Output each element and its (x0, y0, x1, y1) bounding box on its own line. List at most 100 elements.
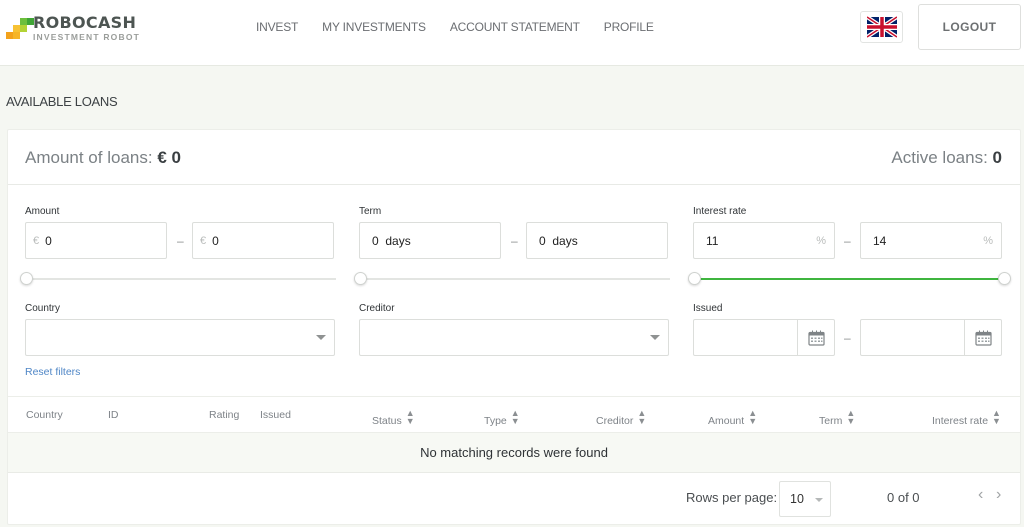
loans-summary: Amount of loans: € 0 Active loans: 0 (8, 130, 1020, 185)
nav-invest[interactable]: INVEST (256, 20, 298, 34)
column-label: Country (26, 409, 63, 421)
sort-icon: ▲ ▼ (846, 408, 856, 426)
nav-account-statement[interactable]: ACCOUNT STATEMENT (450, 20, 580, 34)
robocash-logo[interactable]: ROBOCASH INVESTMENT ROBOT (6, 14, 146, 44)
column-label: Rating (209, 409, 240, 421)
column-header-rating[interactable]: Rating (209, 409, 239, 421)
sort-icon: ▲ ▼ (405, 408, 415, 426)
creditor-select[interactable] (359, 319, 669, 356)
column-label: Interest rate (932, 415, 989, 427)
country-label: Country (25, 303, 61, 314)
sort-icon: ▲ ▼ (748, 408, 758, 426)
column-header-interest-rate[interactable]: Interest rate▲ ▼ (932, 408, 1001, 428)
sort-icon: ▲ ▼ (637, 408, 647, 426)
amount-slider-track[interactable] (26, 278, 336, 280)
main-nav: INVEST MY INVESTMENTS ACCOUNT STATEMENT … (256, 20, 654, 34)
percent-suffix: % (983, 234, 993, 247)
page-info: 0 of 0 (887, 490, 920, 505)
column-header-country[interactable]: Country (26, 409, 63, 421)
interest-slider-fill[interactable] (694, 278, 1004, 280)
amount-from-input[interactable]: € 0 (25, 222, 167, 259)
caret-down-icon (650, 335, 660, 340)
rows-per-page-value: 10 (790, 492, 804, 506)
column-header-amount[interactable]: Amount▲ ▼ (708, 408, 758, 428)
caret-down-icon (815, 498, 823, 502)
issued-label: Issued (693, 303, 723, 314)
amount-label: Amount (25, 206, 60, 217)
issued-from-calendar-button[interactable] (797, 320, 834, 355)
interest-slider-max-thumb[interactable] (998, 272, 1011, 285)
amount-to-value: 0 (212, 233, 219, 248)
column-label: Creditor (596, 415, 634, 427)
interest-to-value: 14 (873, 233, 887, 248)
logout-button[interactable]: LOGOUT (918, 4, 1021, 50)
term-to-value: 0 days (539, 233, 578, 248)
amount-slider-thumb[interactable] (20, 272, 33, 285)
logo-subtitle: INVESTMENT ROBOT (33, 32, 141, 42)
amount-to-input[interactable]: € 0 (192, 222, 334, 259)
term-slider-thumb[interactable] (354, 272, 367, 285)
sort-icon: ▲ ▼ (992, 408, 1001, 426)
language-button[interactable] (860, 11, 903, 43)
interest-slider-min-thumb[interactable] (688, 272, 701, 285)
active-loans: Active loans: 0 (891, 148, 1002, 168)
loans-table-header: Country ID Rating Issued Status▲ ▼ Type▲ ▼… (8, 396, 1020, 433)
top-header: ROBOCASH INVESTMENT ROBOT INVEST MY INVE… (0, 0, 1024, 66)
range-separator: – (511, 234, 518, 248)
percent-suffix: % (816, 234, 826, 247)
term-from-value: 0 days (372, 233, 411, 248)
column-header-term[interactable]: Term▲ ▼ (819, 408, 856, 428)
column-header-id[interactable]: ID (108, 409, 119, 421)
active-loans-label: Active loans: (891, 148, 988, 167)
active-loans-value: 0 (992, 148, 1002, 167)
range-separator: – (177, 234, 184, 248)
calendar-icon (974, 330, 992, 346)
column-label: Type (484, 415, 507, 427)
calendar-icon (807, 330, 825, 346)
column-label: Status (372, 415, 402, 427)
amount-of-loans: Amount of loans: € 0 (25, 148, 181, 168)
term-to-input[interactable]: 0 days (526, 222, 668, 259)
range-separator: – (844, 331, 851, 345)
logo-title: ROBOCASH (33, 13, 137, 32)
amount-of-loans-value: € 0 (157, 148, 181, 167)
issued-to-input[interactable] (860, 319, 1002, 356)
rows-per-page-select[interactable]: 10 (779, 481, 831, 517)
amount-from-value: 0 (45, 233, 52, 248)
page-title: AVAILABLE LOANS (6, 94, 118, 109)
range-separator: – (844, 234, 851, 248)
interest-from-input[interactable]: 11 % (693, 222, 835, 259)
uk-flag-icon (866, 16, 897, 38)
nav-my-investments[interactable]: MY INVESTMENTS (322, 20, 426, 34)
term-slider-track[interactable] (360, 278, 670, 280)
empty-table-message: No matching records were found (8, 433, 1020, 473)
column-label: ID (108, 409, 119, 421)
column-label: Term (819, 415, 843, 427)
rows-per-page-label: Rows per page: (686, 490, 778, 505)
column-label: Amount (708, 415, 745, 427)
column-header-type[interactable]: Type▲ ▼ (484, 408, 520, 428)
euro-prefix: € (33, 234, 40, 247)
country-select[interactable] (25, 319, 335, 356)
column-header-status[interactable]: Status▲ ▼ (372, 408, 415, 428)
logo-mark-icon (6, 14, 34, 40)
column-header-issued[interactable]: Issued (260, 409, 291, 421)
previous-page-button[interactable]: ‹ (978, 486, 983, 504)
column-label: Issued (260, 409, 291, 421)
next-page-button[interactable]: › (996, 486, 1001, 504)
interest-rate-label: Interest rate (693, 206, 747, 217)
nav-profile[interactable]: PROFILE (604, 20, 654, 34)
column-header-creditor[interactable]: Creditor▲ ▼ (596, 408, 647, 428)
interest-to-input[interactable]: 14 % (860, 222, 1002, 259)
term-from-input[interactable]: 0 days (359, 222, 501, 259)
interest-from-value: 11 (706, 233, 719, 248)
amount-of-loans-label: Amount of loans: (25, 148, 153, 167)
euro-prefix: € (200, 234, 207, 247)
reset-filters-link[interactable]: Reset filters (25, 366, 80, 378)
sort-icon: ▲ ▼ (510, 408, 520, 426)
term-label: Term (359, 206, 382, 217)
issued-to-calendar-button[interactable] (964, 320, 1001, 355)
pagination: Rows per page: 10 0 of 0 ‹ › (8, 473, 1020, 525)
loans-card: Amount of loans: € 0 Active loans: 0 Amo… (7, 129, 1021, 525)
issued-from-input[interactable] (693, 319, 835, 356)
